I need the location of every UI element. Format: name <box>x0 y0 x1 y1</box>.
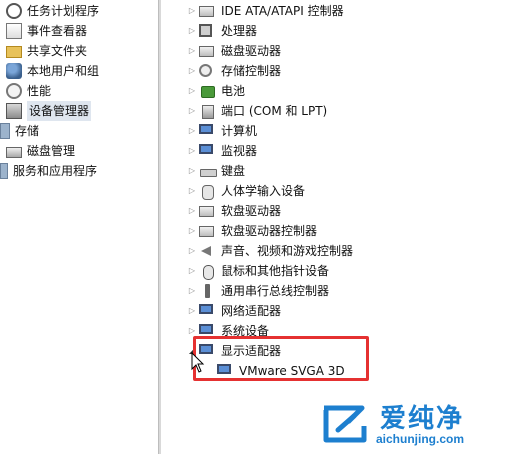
monitor-icon <box>199 143 217 159</box>
device-category-keyboards[interactable]: ▷ 键盘 <box>187 161 245 181</box>
mouse-icon <box>199 263 217 280</box>
port-icon <box>199 103 217 119</box>
keyboard-icon <box>199 163 217 179</box>
nav-item-disk-management[interactable]: 磁盘管理 <box>6 141 75 161</box>
nav-item-label: 性能 <box>27 84 52 98</box>
nav-item-label: 共享文件夹 <box>27 44 88 58</box>
floppy-drive-icon <box>199 203 217 219</box>
device-category-disk-drives[interactable]: ▷ 磁盘驱动器 <box>187 41 281 61</box>
pane-splitter[interactable] <box>158 0 161 454</box>
nav-item-label: 本地用户和组 <box>27 64 100 78</box>
expand-arrow-icon[interactable]: ▷ <box>187 181 197 201</box>
nav-item-label: 磁盘管理 <box>27 144 76 158</box>
storage-icon <box>0 123 10 139</box>
device-category-label: 软盘驱动器控制器 <box>221 224 318 238</box>
device-category-label: 网络适配器 <box>221 304 282 318</box>
device-category-floppy-controllers[interactable]: ▷ 软盘驱动器控制器 <box>187 221 317 241</box>
processor-icon <box>199 23 217 39</box>
nav-item-device-manager[interactable]: 设备管理器 <box>6 101 92 121</box>
computer-icon <box>199 123 217 139</box>
device-category-label: 通用串行总线控制器 <box>221 284 330 298</box>
users-icon <box>6 63 22 79</box>
watermark: 爱纯净 aichunjing.com <box>318 398 507 454</box>
nav-item-local-users-groups[interactable]: 本地用户和组 <box>6 61 99 81</box>
device-category-storage-controllers[interactable]: ▷ 存储控制器 <box>187 61 281 81</box>
battery-icon <box>199 83 217 99</box>
device-manager-icon <box>6 103 22 119</box>
device-category-label: 人体学输入设备 <box>221 184 306 198</box>
device-category-label: 软盘驱动器 <box>221 204 282 218</box>
ide-controller-icon <box>199 3 217 19</box>
device-category-label: 监视器 <box>221 144 258 158</box>
device-category-monitors[interactable]: ▷ 监视器 <box>187 141 257 161</box>
nav-item-label: 事件查看器 <box>27 24 88 38</box>
device-category-processor[interactable]: ▷ 处理器 <box>187 21 257 41</box>
device-category-label: IDE ATA/ATAPI 控制器 <box>221 4 344 18</box>
usb-icon <box>199 283 217 299</box>
device-category-ports[interactable]: ▷ 端口 (COM 和 LPT) <box>187 101 327 121</box>
event-viewer-icon <box>6 23 22 39</box>
device-category-label: 端口 (COM 和 LPT) <box>221 104 328 118</box>
expand-arrow-icon[interactable]: ▷ <box>187 141 197 161</box>
nav-item-label: 服务和应用程序 <box>13 164 98 178</box>
network-adapter-icon <box>199 303 217 319</box>
device-category-network-adapters[interactable]: ▷ 网络适配器 <box>187 301 281 321</box>
expand-arrow-icon[interactable]: ▷ <box>187 121 197 141</box>
expand-arrow-icon[interactable]: ▷ <box>187 81 197 101</box>
watermark-logo-icon <box>323 405 367 443</box>
nav-item-task-scheduler[interactable]: 任务计划程序 <box>6 1 99 21</box>
expand-arrow-icon[interactable]: ▷ <box>187 41 197 61</box>
nav-item-label: 存储 <box>15 124 40 138</box>
clock-icon <box>6 3 22 19</box>
nav-item-event-viewer[interactable]: 事件查看器 <box>6 21 87 41</box>
storage-controller-icon <box>199 63 217 79</box>
device-category-label: 处理器 <box>221 24 258 38</box>
expand-arrow-icon[interactable]: ▷ <box>187 21 197 41</box>
mouse-cursor-icon <box>191 352 205 373</box>
services-icon <box>0 163 8 179</box>
disk-drive-icon <box>199 43 217 59</box>
expand-arrow-icon[interactable]: ▷ <box>187 241 197 261</box>
nav-item-services-applications[interactable]: 服务和应用程序 <box>0 161 97 181</box>
device-category-hid[interactable]: ▷ 人体学输入设备 <box>187 181 305 201</box>
expand-arrow-icon[interactable]: ▷ <box>187 201 197 221</box>
device-category-label: 声音、视频和游戏控制器 <box>221 244 354 258</box>
nav-item-label: 任务计划程序 <box>27 4 100 18</box>
expand-arrow-icon[interactable]: ▷ <box>187 281 197 301</box>
device-category-label: 电池 <box>221 84 246 98</box>
disk-icon <box>6 147 22 158</box>
device-category-label: 鼠标和其他指针设备 <box>221 264 330 278</box>
nav-item-shared-folders[interactable]: 共享文件夹 <box>6 41 87 61</box>
device-category-label: 存储控制器 <box>221 64 282 78</box>
device-category-battery[interactable]: ▷ 电池 <box>187 81 245 101</box>
watermark-url: aichunjing.com <box>376 432 465 446</box>
device-category-ide-ata[interactable]: ▷ IDE ATA/ATAPI 控制器 <box>187 1 344 21</box>
nav-item-label: 设备管理器 <box>27 101 92 121</box>
device-category-usb[interactable]: ▷ 通用串行总线控制器 <box>187 281 329 301</box>
device-category-floppy-drives[interactable]: ▷ 软盘驱动器 <box>187 201 281 221</box>
expand-arrow-icon[interactable]: ▷ <box>187 101 197 121</box>
floppy-controller-icon <box>199 223 217 239</box>
nav-item-storage[interactable]: 存储 <box>0 121 39 141</box>
highlight-annotation <box>193 336 369 381</box>
device-category-mice[interactable]: ▷ 鼠标和其他指针设备 <box>187 261 329 281</box>
left-navigation-tree: 任务计划程序 事件查看器 共享文件夹 本地用户和组 性能 设备管理器 存储 磁盘… <box>0 0 158 454</box>
shared-folder-icon <box>6 46 22 58</box>
expand-arrow-icon[interactable]: ▷ <box>187 301 197 321</box>
device-category-label: 键盘 <box>221 164 246 178</box>
performance-icon <box>6 83 22 99</box>
hid-icon <box>199 183 217 200</box>
expand-arrow-icon[interactable]: ▷ <box>187 221 197 241</box>
device-category-label: 计算机 <box>221 124 258 138</box>
expand-arrow-icon[interactable]: ▷ <box>187 161 197 181</box>
nav-item-performance[interactable]: 性能 <box>6 81 51 101</box>
device-category-label: 磁盘驱动器 <box>221 44 282 58</box>
device-category-computer[interactable]: ▷ 计算机 <box>187 121 257 141</box>
watermark-title: 爱纯净 <box>380 404 465 434</box>
sound-icon <box>199 243 217 259</box>
expand-arrow-icon[interactable]: ▷ <box>187 261 197 281</box>
expand-arrow-icon[interactable]: ▷ <box>187 1 197 21</box>
expand-arrow-icon[interactable]: ▷ <box>187 61 197 81</box>
device-category-sound[interactable]: ▷ 声音、视频和游戏控制器 <box>187 241 353 261</box>
